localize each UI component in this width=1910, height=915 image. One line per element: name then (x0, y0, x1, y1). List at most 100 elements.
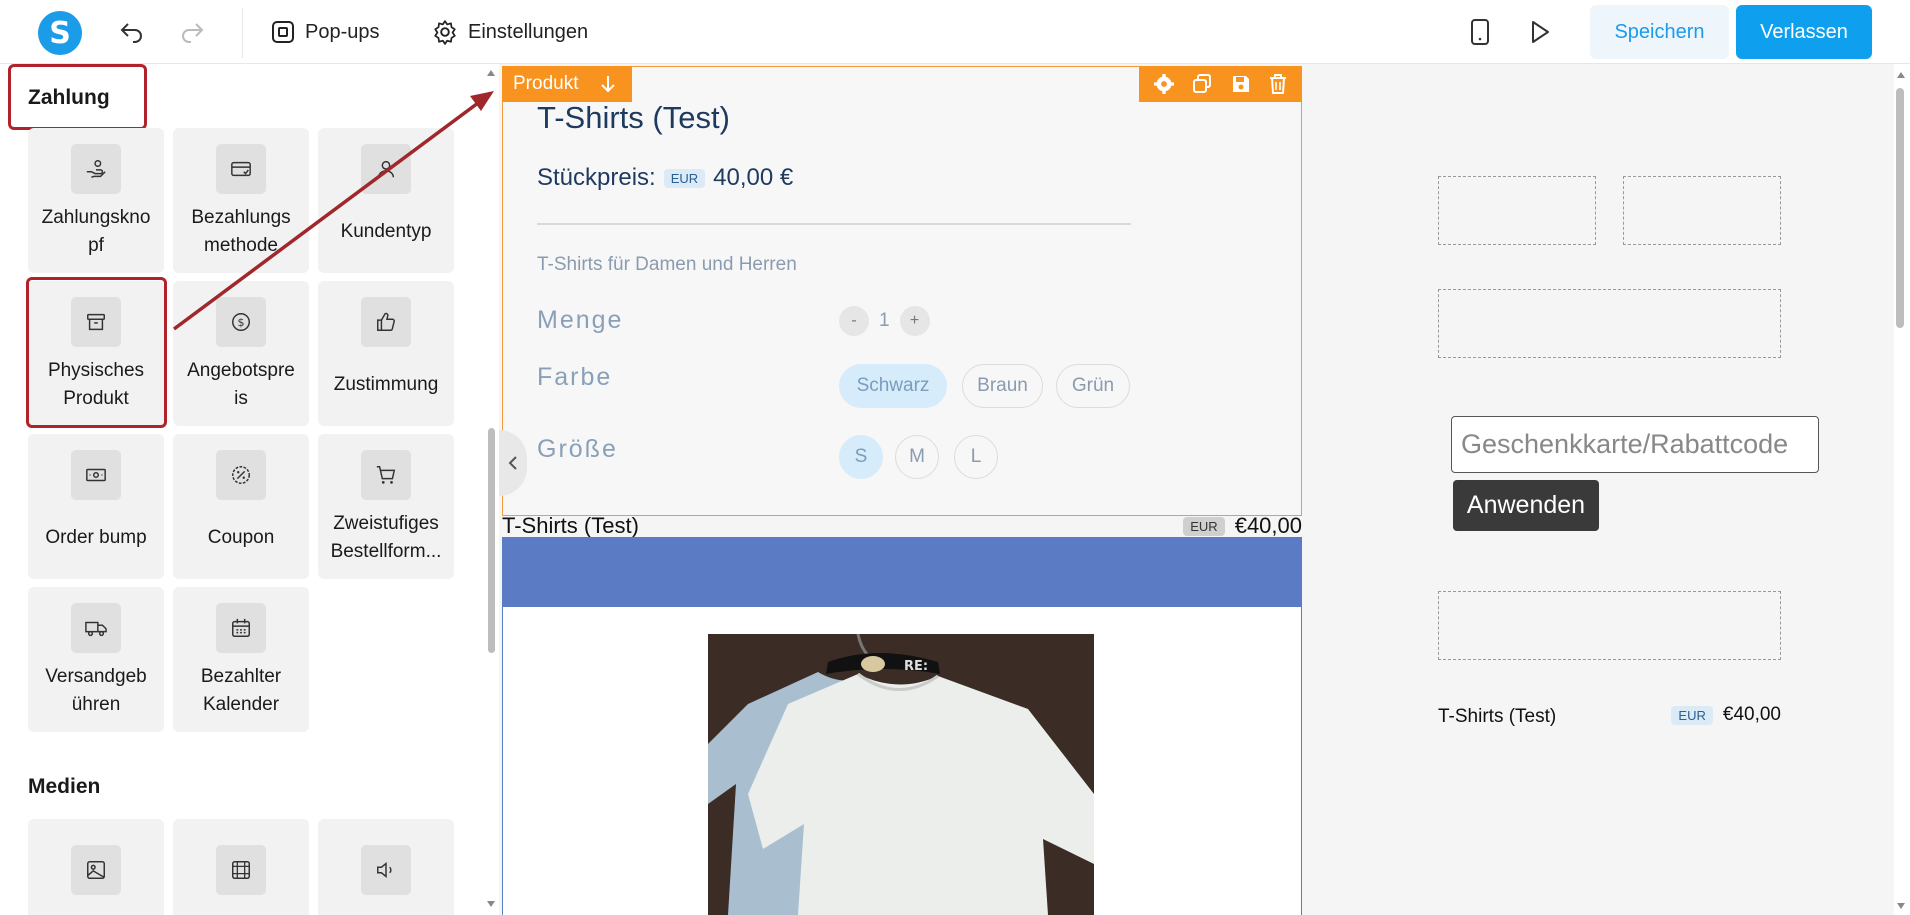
color-option-black[interactable]: Schwarz (839, 364, 947, 408)
size-label: Größe (537, 435, 618, 463)
summary-product-name: T-Shirts (Test) (502, 513, 639, 538)
highlight-physical-product (26, 277, 167, 428)
element-tile-label: Kundentyp (340, 221, 432, 242)
placeholder-block[interactable] (1438, 176, 1596, 245)
product-block-toolbar (1139, 66, 1302, 102)
svg-text:$: $ (238, 316, 245, 329)
element-tile[interactable]: Bezahlungs methode (173, 128, 309, 273)
hand-coin-icon (71, 144, 121, 194)
scroll-up-arrow-icon[interactable] (1897, 72, 1905, 78)
user-icon (361, 144, 411, 194)
media-tile[interactable] (28, 819, 164, 915)
dollar-circle-icon: $ (216, 297, 266, 347)
quantity-value[interactable]: 1 (879, 310, 890, 332)
percent-badge-icon (216, 450, 266, 500)
undo-icon[interactable] (116, 16, 148, 48)
element-tile[interactable]: Zustimmung (318, 281, 454, 426)
chevron-left-icon (508, 456, 517, 470)
svg-text:RE:: RE: (904, 659, 928, 674)
popups-button[interactable]: Pop-ups (271, 16, 380, 48)
size-option-l[interactable]: L (954, 435, 998, 479)
gear-icon[interactable] (1154, 74, 1175, 94)
app-logo[interactable]: S (38, 11, 82, 55)
product-tag-label: Produkt (513, 73, 579, 94)
product-block-tag[interactable]: Produkt (502, 66, 632, 102)
gear-icon (434, 20, 456, 45)
element-tile-label: Zahlungskno pf (41, 207, 151, 256)
quantity-stepper: - 1 + (839, 306, 930, 336)
canvas-scroll-thumb[interactable] (1896, 88, 1904, 328)
duplicate-icon[interactable] (1192, 74, 1212, 94)
placeholder-block[interactable] (1623, 176, 1781, 245)
element-tile-label: Order bump (45, 527, 147, 548)
product-description: T-Shirts für Damen und Herren (537, 254, 797, 275)
save-button[interactable]: Speichern (1590, 5, 1729, 59)
thumbs-up-icon (361, 297, 411, 347)
toolbar-divider (242, 8, 243, 58)
color-option-brown[interactable]: Braun (962, 364, 1043, 408)
scroll-down-arrow-icon[interactable] (1897, 903, 1905, 909)
cash-icon (71, 450, 121, 500)
order-summary-line: T-Shirts (Test) EUR €40,00 (502, 513, 1302, 538)
media-tile[interactable] (173, 819, 309, 915)
redo-icon[interactable] (176, 16, 208, 48)
element-tile[interactable]: Order bump (28, 434, 164, 579)
size-option-m[interactable]: M (895, 435, 939, 479)
right-summary-currency: EUR (1671, 705, 1713, 725)
quantity-increase-button[interactable]: + (899, 306, 930, 336)
quantity-label: Menge (537, 306, 624, 334)
size-option-s[interactable]: S (839, 435, 883, 479)
unit-price-label: Stückpreis: (537, 164, 656, 191)
media-tile[interactable] (318, 819, 454, 915)
element-tile-label: Bezahlter Kalender (200, 666, 282, 715)
apply-coupon-button[interactable]: Anwenden (1453, 480, 1599, 531)
unit-price: Stückpreis: EUR 40,00 € (537, 164, 793, 192)
right-summary-name: T-Shirts (Test) (1438, 706, 1557, 727)
unit-price-value: 40,00 € (713, 164, 794, 191)
currency-badge: EUR (663, 168, 706, 188)
save-icon[interactable] (1231, 74, 1251, 94)
credit-card-icon (216, 144, 266, 194)
element-tile[interactable]: Zahlungskno pf (28, 128, 164, 273)
right-summary-line: T-Shirts (Test) EUR €40,00 (1438, 704, 1781, 728)
element-tile[interactable]: Coupon (173, 434, 309, 579)
product-image[interactable]: RE: (708, 634, 1094, 915)
gift-card-input[interactable]: Geschenkkarte/Rabattcode (1451, 416, 1819, 473)
right-summary-price: €40,00 (1722, 704, 1781, 725)
trash-icon[interactable] (1269, 74, 1287, 94)
exit-button[interactable]: Verlassen (1736, 5, 1872, 59)
image-icon (71, 845, 121, 895)
element-tile[interactable]: Zweistufiges Bestellform... (318, 434, 454, 579)
color-option-green[interactable]: Grün (1056, 364, 1130, 408)
play-preview-icon[interactable] (1524, 16, 1556, 48)
element-tile[interactable]: $ Angebotspre is (173, 281, 309, 426)
highlight-payment-title (8, 64, 147, 130)
placeholder-block[interactable] (1438, 289, 1781, 358)
cart-icon (361, 450, 411, 500)
color-label: Farbe (537, 363, 613, 391)
settings-button[interactable]: Einstellungen (432, 16, 588, 48)
element-tile-label: Versandgeb ühren (45, 666, 147, 715)
placeholder-block[interactable] (1438, 591, 1781, 660)
summary-currency-badge: EUR (1183, 516, 1225, 536)
element-tile[interactable]: Versandgeb ühren (28, 587, 164, 732)
video-icon (216, 845, 266, 895)
mobile-preview-icon[interactable] (1464, 16, 1496, 48)
element-tile[interactable]: Kundentyp (318, 128, 454, 273)
arrow-down-icon (601, 76, 616, 93)
calendar-icon (216, 603, 266, 653)
summary-price: €40,00 (1234, 513, 1302, 538)
element-sidebar: Zahlung Zahlungskno pf Bezahlungs methode… (0, 64, 484, 915)
media-section-title: Medien (28, 775, 101, 798)
sidebar-scroll-thumb[interactable] (488, 428, 495, 653)
element-tile[interactable]: Bezahlter Kalender (173, 587, 309, 732)
divider (537, 223, 1131, 225)
quantity-decrease-button[interactable]: - (839, 306, 869, 336)
header-band[interactable] (502, 537, 1302, 607)
element-tile-label: Coupon (207, 527, 275, 548)
product-title: T-Shirts (Test) (537, 100, 730, 135)
popup-icon (272, 21, 294, 43)
settings-label: Einstellungen (468, 20, 589, 43)
element-tile-label: Bezahlungs methode (191, 207, 291, 256)
element-tile-label: Angebotspre is (187, 360, 295, 409)
